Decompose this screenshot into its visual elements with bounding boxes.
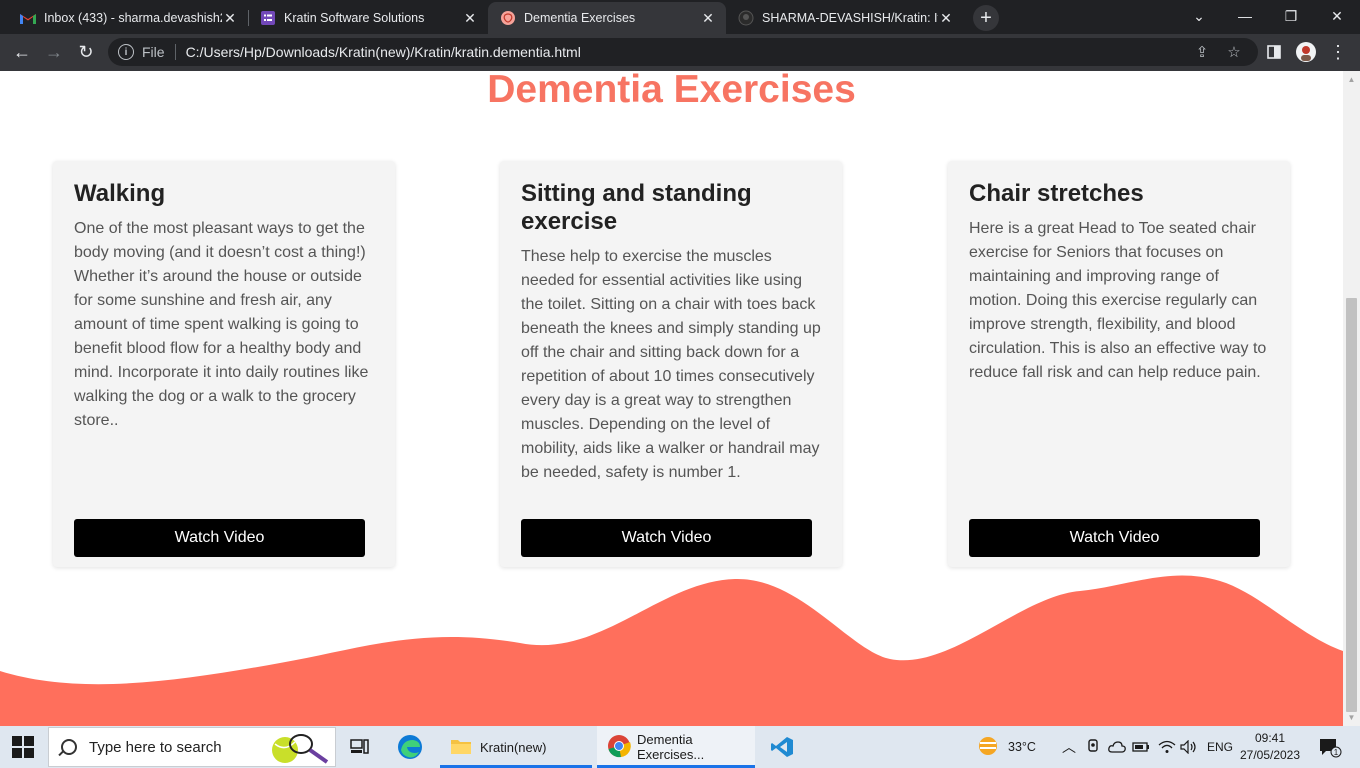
taskbar-search-box[interactable]: Type here to search (48, 727, 336, 767)
watch-video-button[interactable]: Watch Video (74, 519, 365, 557)
tab-title: SHARMA-DEVASHISH/Kratin: It is (762, 11, 938, 25)
scroll-down-icon[interactable]: ▼ (1343, 709, 1360, 726)
page-title: Dementia Exercises (487, 71, 856, 111)
side-panel-icon[interactable] (1260, 38, 1288, 66)
scheme-label: File (142, 44, 165, 60)
exercise-card-sitting-standing: Sitting and standing exercise These help… (500, 161, 842, 567)
tab-kratin-forms[interactable]: Kratin Software Solutions ✕ (248, 2, 488, 34)
exercise-card-chair-stretches: Chair stretches Here is a great Head to … (948, 161, 1290, 567)
weather-sun-icon (976, 736, 1000, 759)
close-icon[interactable]: ✕ (222, 10, 238, 26)
task-view-icon[interactable] (346, 733, 374, 761)
card-heading: Walking (74, 180, 166, 207)
decorative-wave (0, 575, 1343, 726)
back-arrow-icon[interactable]: ← (8, 38, 36, 66)
watch-video-button[interactable]: Watch Video (521, 519, 812, 557)
scroll-up-icon[interactable]: ▲ (1343, 71, 1360, 88)
close-icon[interactable]: ✕ (938, 10, 954, 26)
battery-icon[interactable] (1132, 726, 1150, 768)
new-tab-button[interactable]: + (973, 5, 999, 31)
minimize-icon[interactable]: — (1222, 0, 1268, 32)
kebab-menu-icon[interactable]: ⋮ (1324, 38, 1352, 66)
card-heading: Chair stretches (969, 180, 1144, 207)
taskbar-app-label: Dementia Exercises... (637, 732, 705, 762)
exercise-card-walking: Walking One of the most pleasant ways to… (53, 161, 395, 567)
tab-strip: Inbox (433) - sharma.devashish2 ✕ Kratin… (0, 0, 1360, 34)
notification-count: 1 (1334, 748, 1339, 757)
reload-icon[interactable]: ↻ (72, 38, 100, 66)
meet-now-icon[interactable] (1086, 726, 1100, 768)
taskbar-app-file-explorer[interactable]: Kratin(new) (440, 726, 592, 768)
taskbar-app-label: Kratin(new) (480, 739, 547, 755)
show-hidden-icons-chevron-icon[interactable]: ︿ (1062, 726, 1076, 768)
gmail-icon (20, 10, 36, 26)
card-description: Here is a great Head to Toe seated chair… (969, 220, 1267, 381)
profile-avatar[interactable] (1292, 38, 1320, 66)
tab-search-chevron-icon[interactable]: ⌄ (1176, 0, 1222, 32)
notification-center-icon[interactable]: 1 (1318, 726, 1342, 768)
bookmark-star-icon[interactable]: ☆ (1222, 40, 1246, 64)
taskbar-app-chrome[interactable]: Dementia Exercises... (597, 726, 755, 768)
onedrive-cloud-icon[interactable] (1108, 726, 1126, 768)
card-description: These help to exercise the muscles neede… (521, 248, 821, 481)
github-icon (738, 10, 754, 26)
tab-title: Inbox (433) - sharma.devashish2 (44, 11, 222, 25)
system-clock[interactable]: 09:41 27/05/2023 (1235, 730, 1305, 764)
windows-taskbar: Type here to search Kratin(new) Dementia… (0, 726, 1360, 768)
address-divider (174, 44, 176, 60)
brain-icon (500, 10, 516, 26)
windows-start-icon[interactable] (12, 736, 34, 758)
tab-title: Dementia Exercises (524, 11, 636, 25)
search-placeholder: Type here to search (89, 738, 222, 756)
weather-temperature: 33°C (1008, 740, 1036, 754)
share-icon[interactable]: ⇪ (1190, 40, 1214, 64)
vertical-scrollbar[interactable]: ▲ ▼ (1343, 71, 1360, 726)
folder-icon (450, 737, 472, 758)
address-bar[interactable]: i File C:/Users/Hp/Downloads/Kratin(new)… (108, 38, 1258, 66)
close-icon[interactable]: ✕ (700, 10, 716, 26)
tab-gmail[interactable]: Inbox (433) - sharma.devashish2 ✕ (8, 2, 248, 34)
tab-dementia-exercises[interactable]: Dementia Exercises ✕ (488, 2, 726, 34)
edge-browser-icon[interactable] (396, 733, 424, 761)
forms-icon (260, 10, 276, 26)
card-heading: Sitting and standing exercise (521, 180, 752, 235)
clock-date: 27/05/2023 (1239, 748, 1301, 762)
restore-icon[interactable]: ❐ (1268, 0, 1314, 32)
tab-github[interactable]: SHARMA-DEVASHISH/Kratin: It is ✕ (726, 2, 964, 34)
chrome-icon (607, 734, 631, 761)
forward-arrow-icon[interactable]: → (40, 38, 68, 66)
weather-widget[interactable]: 33°C (976, 726, 1036, 768)
wifi-icon[interactable] (1158, 726, 1176, 768)
close-icon[interactable]: ✕ (462, 10, 478, 26)
tennis-racket-icon (267, 730, 329, 768)
clock-time: 09:41 (1254, 731, 1286, 745)
tab-title: Kratin Software Solutions (284, 11, 425, 25)
browser-toolbar: ← → ↻ i File C:/Users/Hp/Downloads/Krati… (0, 34, 1360, 71)
watch-video-button[interactable]: Watch Video (969, 519, 1260, 557)
window-close-icon[interactable]: ✕ (1314, 0, 1360, 32)
search-icon (61, 739, 77, 755)
input-language[interactable]: ENG (1207, 726, 1233, 768)
card-description: One of the most pleasant ways to get the… (74, 220, 369, 429)
info-icon[interactable]: i (118, 44, 134, 60)
url-text[interactable]: C:/Users/Hp/Downloads/Kratin(new)/Kratin… (186, 44, 581, 60)
scroll-thumb[interactable] (1346, 298, 1357, 712)
page-viewport: Dementia Exercises Walking One of the mo… (0, 71, 1343, 726)
volume-icon[interactable] (1180, 726, 1198, 768)
vscode-icon[interactable] (768, 733, 796, 761)
